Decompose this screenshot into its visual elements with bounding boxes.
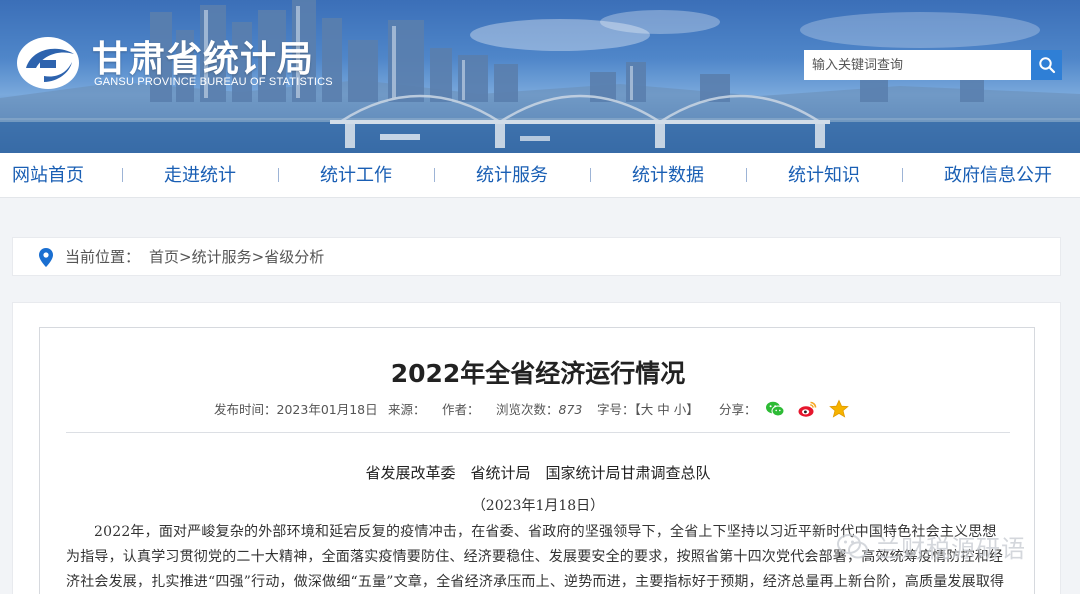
nav-item-services[interactable]: 统计服务	[476, 153, 548, 198]
publish-time: 发布时间：2023年01月18日	[214, 400, 378, 420]
watermark-text: 兰财税源研语	[876, 534, 1026, 563]
weibo-icon[interactable]	[797, 399, 817, 419]
nav-item-knowledge[interactable]: 统计知识	[788, 153, 860, 198]
main-nav: 网站首页 走进统计 统计工作 统计服务 统计数据 统计知识 政府信息公开	[0, 153, 1080, 198]
views-label: 浏览次数：	[496, 402, 559, 417]
source-label: 来源：	[388, 402, 426, 417]
nav-item-work[interactable]: 统计工作	[320, 153, 392, 198]
nav-divider	[122, 168, 123, 182]
font-bracket-close: 】	[686, 402, 699, 417]
nav-divider	[902, 168, 903, 182]
title-divider	[66, 432, 1010, 433]
breadcrumb-separator: >	[179, 248, 192, 266]
wechat-watermark-icon	[837, 534, 868, 559]
breadcrumb-item-home[interactable]: 首页	[149, 248, 179, 266]
location-pin-icon	[39, 248, 53, 267]
breadcrumb-path: 首页>统计服务>省级分析	[149, 238, 324, 277]
views-count: 873	[558, 402, 583, 417]
font-size-large-button[interactable]: 大	[641, 402, 654, 417]
breadcrumb-label: 当前位置：	[65, 248, 141, 266]
search-button[interactable]	[1031, 50, 1062, 80]
author-label: 作者：	[442, 402, 480, 417]
site-name-en: GANSU PROVINCE BUREAU OF STATISTICS	[94, 76, 333, 88]
share-label: 分享：	[719, 402, 757, 417]
header-banner: 甘肃省统计局 GANSU PROVINCE BUREAU OF STATISTI…	[0, 0, 1080, 153]
search-input[interactable]	[804, 50, 1031, 80]
wechat-icon[interactable]	[765, 399, 785, 419]
font-size-small-button[interactable]: 小	[674, 402, 687, 417]
nav-item-about[interactable]: 走进统计	[164, 153, 236, 198]
nav-divider	[278, 168, 279, 182]
breadcrumb-item-provincial-analysis[interactable]: 省级分析	[264, 248, 324, 266]
breadcrumb-item-services[interactable]: 统计服务	[192, 248, 252, 266]
publish-label: 发布时间：	[214, 402, 277, 417]
search-icon	[1038, 57, 1055, 74]
nav-item-home[interactable]: 网站首页	[12, 153, 84, 198]
font-size-label: 字号：	[597, 402, 635, 417]
article-title: 2022年全省经济运行情况	[390, 359, 686, 388]
nav-divider	[434, 168, 435, 182]
favorite-star-icon[interactable]	[829, 399, 849, 419]
article-date-line: （2023年1月18日）	[471, 498, 605, 514]
font-size-medium-button[interactable]: 中	[657, 402, 670, 417]
nav-divider	[746, 168, 747, 182]
font-size-control: 字号：【大 中 小】	[597, 400, 699, 420]
nav-item-data[interactable]: 统计数据	[632, 153, 704, 198]
view-count: 浏览次数：873	[496, 400, 582, 420]
watermark: 兰财税源研语	[836, 528, 1026, 564]
nav-divider	[590, 168, 591, 182]
bureau-logo-icon	[17, 37, 79, 89]
article-issuer: 省发展改革委 省统计局 国家统计局甘肃调查总队	[365, 464, 711, 482]
breadcrumb-separator: >	[251, 248, 265, 266]
site-name-cn: 甘肃省统计局	[92, 39, 315, 80]
nav-item-gov-info[interactable]: 政府信息公开	[944, 153, 1052, 198]
breadcrumb: 当前位置： 首页>统计服务>省级分析	[12, 237, 1061, 276]
publish-date: 2023年01月18日	[276, 402, 378, 417]
